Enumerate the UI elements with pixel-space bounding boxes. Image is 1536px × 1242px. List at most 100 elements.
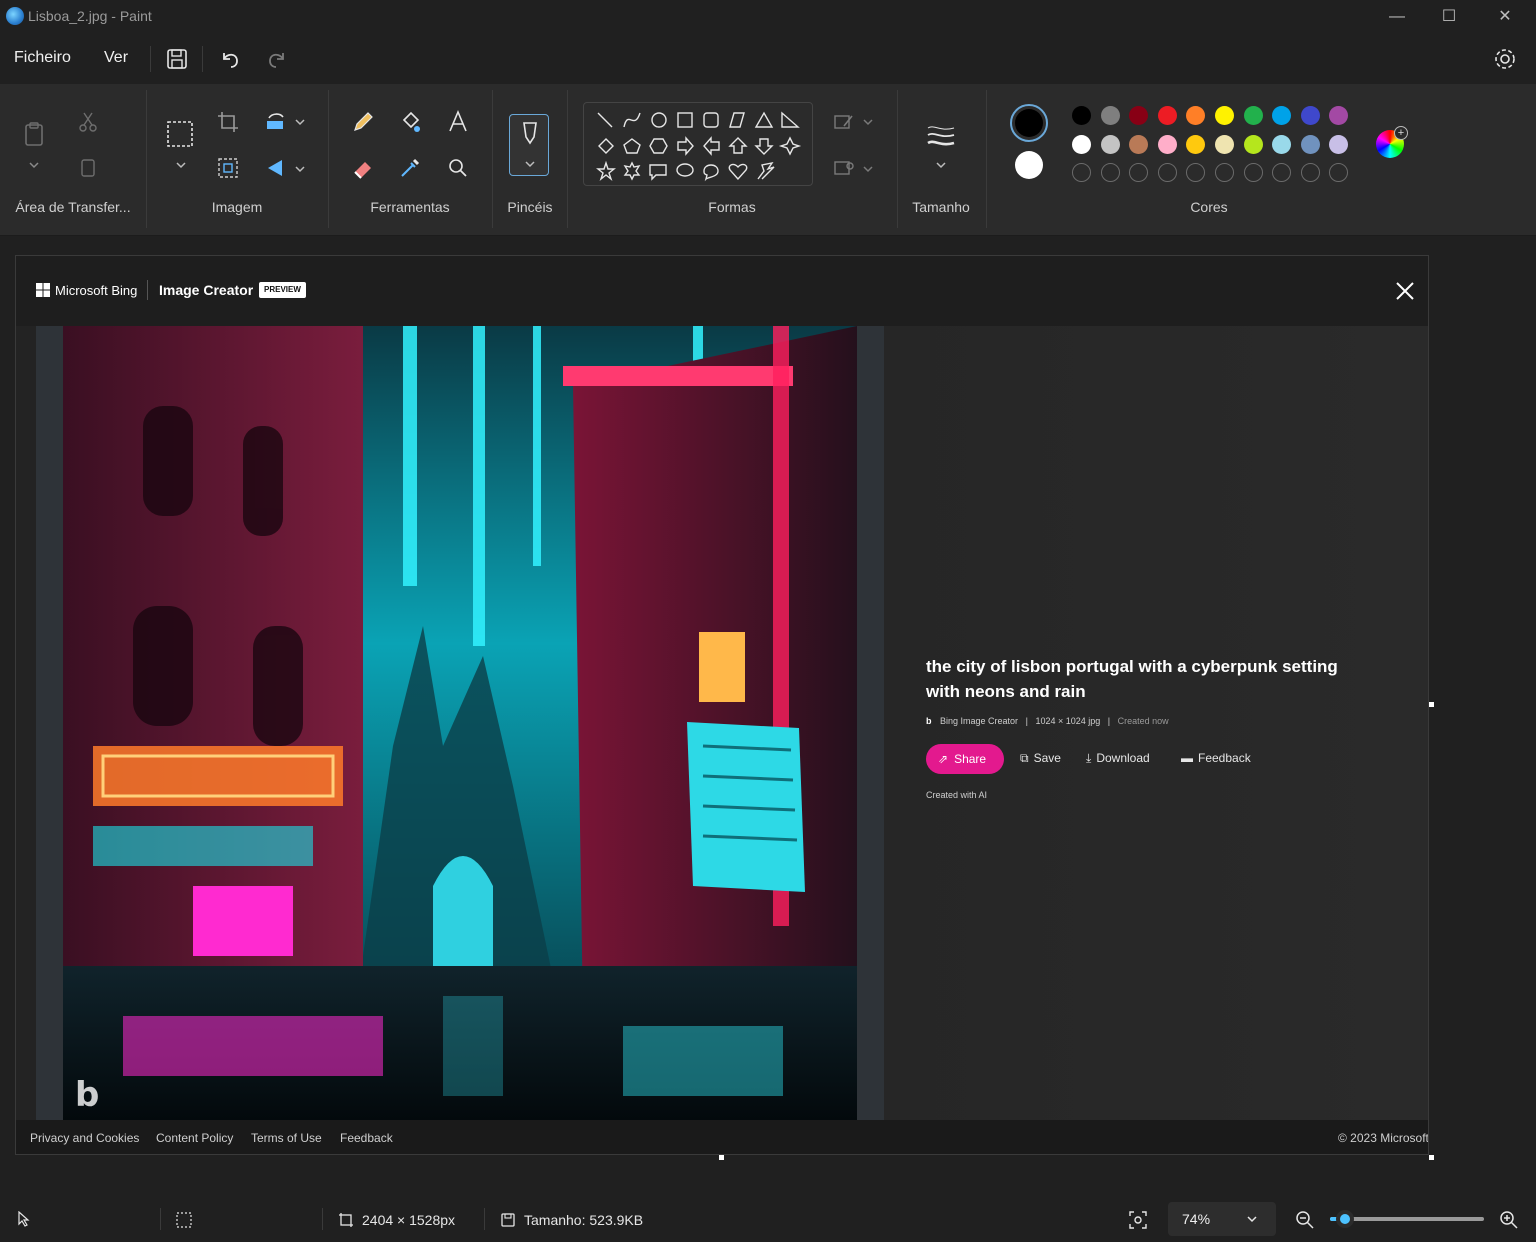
zoom-slider-thumb[interactable] — [1336, 1210, 1355, 1228]
custom-color-slot[interactable] — [1272, 163, 1292, 182]
chevron-down-icon[interactable] — [524, 159, 536, 169]
secondary-color-button[interactable] — [1015, 151, 1043, 179]
redo-icon[interactable] — [262, 44, 292, 74]
chevron-down-icon[interactable] — [175, 160, 187, 170]
flip-icon[interactable] — [262, 154, 290, 182]
magnifier-icon[interactable] — [444, 154, 472, 182]
privacy-link[interactable]: Privacy and Cookies — [30, 1131, 139, 1145]
brushes-button[interactable] — [509, 114, 549, 176]
custom-color-slot[interactable] — [1100, 163, 1120, 182]
custom-color-slot[interactable] — [1243, 163, 1263, 182]
custom-color-slot[interactable] — [1129, 163, 1149, 182]
color-swatch[interactable] — [1129, 106, 1149, 125]
terms-link[interactable]: Terms of Use — [251, 1131, 322, 1145]
color-swatch[interactable] — [1100, 106, 1120, 125]
resize-handle-right[interactable] — [1429, 702, 1434, 707]
pentagon-shape-icon — [623, 138, 641, 154]
generated-cyberpunk-image[interactable]: b — [63, 326, 857, 1120]
color-swatch[interactable] — [1215, 134, 1234, 154]
zoom-select[interactable]: 74% — [1168, 1202, 1276, 1236]
feedback-link[interactable]: ▬ Feedback — [1181, 751, 1251, 765]
rotate-icon[interactable] — [262, 108, 290, 136]
settings-gear-icon[interactable] — [1490, 44, 1520, 74]
outline-icon[interactable] — [830, 108, 858, 136]
shapes-gallery[interactable] — [583, 102, 813, 186]
chevron-down-icon[interactable] — [935, 160, 947, 170]
menu-view[interactable]: Ver — [104, 49, 128, 67]
edit-colors-wheel-icon[interactable]: + — [1376, 126, 1408, 158]
resize-handle-corner[interactable] — [1429, 1155, 1434, 1160]
select-rectangle-icon[interactable] — [166, 120, 194, 148]
stroke-size-icon[interactable] — [926, 122, 955, 150]
close-window-button[interactable]: ✕ — [1494, 6, 1516, 28]
zoom-slider-track[interactable] — [1330, 1210, 1484, 1228]
rectangle-shape-icon — [677, 112, 693, 128]
footer-feedback-link[interactable]: Feedback — [340, 1131, 393, 1145]
oval-callout-shape-icon — [676, 163, 694, 177]
color-swatch[interactable] — [1129, 134, 1149, 154]
color-swatch[interactable] — [1215, 106, 1234, 125]
color-swatch[interactable] — [1072, 106, 1091, 125]
color-swatch[interactable] — [1100, 134, 1120, 154]
zoom-in-icon[interactable] — [1498, 1209, 1520, 1231]
image-creator-title: Image Creator — [159, 282, 254, 298]
chevron-down-icon[interactable] — [28, 160, 40, 170]
minimize-button[interactable]: — — [1386, 6, 1408, 28]
crop-icon[interactable] — [214, 108, 242, 136]
share-button[interactable]: ⇗ Share — [926, 744, 1004, 774]
custom-color-slot[interactable] — [1329, 163, 1349, 182]
chevron-down-icon[interactable] — [294, 164, 306, 174]
fit-to-window-icon[interactable] — [1128, 1210, 1148, 1230]
undo-icon[interactable] — [215, 44, 245, 74]
copy-icon[interactable] — [74, 154, 102, 182]
image-canvas[interactable]: Microsoft Bing Image Creator PREVIEW b t… — [15, 255, 1429, 1155]
color-swatch[interactable] — [1300, 134, 1320, 154]
resize-handle-bottom[interactable] — [719, 1155, 724, 1160]
custom-color-slot[interactable] — [1215, 163, 1234, 182]
color-swatch[interactable] — [1272, 106, 1292, 125]
color-swatch[interactable] — [1157, 134, 1177, 154]
color-swatch[interactable] — [1329, 134, 1349, 154]
meta-separator: | — [1025, 716, 1028, 726]
fill-bucket-icon[interactable] — [396, 108, 424, 136]
curve-shape-icon — [623, 112, 641, 128]
color-swatch[interactable] — [1186, 134, 1206, 154]
brush-icon — [523, 122, 537, 145]
primary-color-button[interactable] — [1010, 104, 1048, 142]
custom-color-slot[interactable] — [1157, 163, 1177, 182]
menu-file[interactable]: Ficheiro — [14, 49, 71, 67]
zoom-out-icon[interactable] — [1294, 1209, 1316, 1231]
color-swatch[interactable] — [1243, 134, 1263, 154]
ribbon-divider — [328, 90, 329, 228]
save-icon[interactable] — [162, 44, 192, 74]
chevron-down-icon[interactable] — [862, 164, 874, 174]
content-policy-link[interactable]: Content Policy — [156, 1131, 233, 1145]
color-swatch[interactable] — [1186, 106, 1206, 125]
color-picker-icon[interactable] — [396, 154, 424, 182]
close-icon[interactable] — [1392, 278, 1418, 304]
cut-icon[interactable] — [74, 108, 102, 136]
chevron-down-icon[interactable] — [294, 117, 306, 127]
resize-icon[interactable] — [214, 154, 242, 182]
color-swatch[interactable] — [1272, 134, 1292, 154]
left-arrow-shape-icon — [703, 136, 720, 156]
hexagon-shape-icon — [649, 138, 668, 154]
color-swatch[interactable] — [1157, 106, 1177, 125]
paste-clipboard-icon[interactable] — [20, 120, 48, 148]
custom-color-slot[interactable] — [1300, 163, 1320, 182]
eraser-icon[interactable] — [349, 154, 377, 182]
custom-color-slot[interactable] — [1186, 163, 1206, 182]
color-swatch[interactable] — [1329, 106, 1349, 125]
group-label-tools: Ferramentas — [370, 199, 450, 215]
color-swatch[interactable] — [1243, 106, 1263, 125]
fill-icon[interactable] — [830, 154, 858, 182]
custom-color-slot[interactable] — [1072, 163, 1091, 182]
maximize-button[interactable]: ☐ — [1438, 6, 1460, 28]
save-link[interactable]: ⧉ Save — [1020, 751, 1061, 766]
text-icon[interactable] — [444, 108, 472, 136]
download-link[interactable]: ⤓ Download — [1086, 751, 1150, 766]
chevron-down-icon[interactable] — [862, 117, 874, 127]
color-swatch[interactable] — [1072, 134, 1091, 154]
color-swatch[interactable] — [1300, 106, 1320, 125]
pencil-icon[interactable] — [349, 108, 377, 136]
